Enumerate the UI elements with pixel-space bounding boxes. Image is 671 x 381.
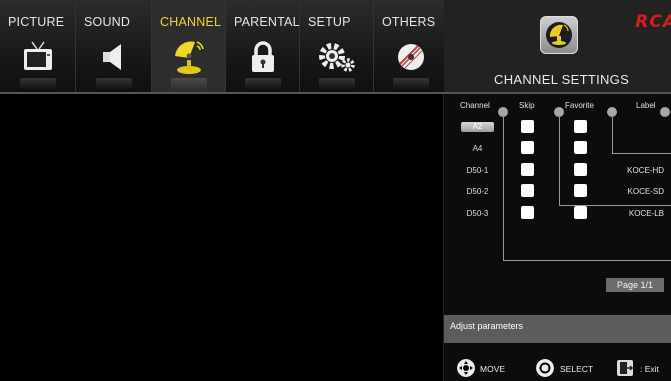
favorite-checkbox-d50-1[interactable]	[574, 163, 587, 176]
column-header-favorite: Favorite	[565, 101, 594, 110]
lock-icon	[251, 41, 274, 72]
top-menu-bar: PICTURE SOUND CHANNEL PARENTAL SETUP OTH…	[0, 0, 671, 94]
tab-others[interactable]: OTHERS	[374, 0, 448, 92]
tab-others-label: OTHERS	[382, 15, 436, 29]
channel-settings-panel: Channel Skip Favorite Label A2 A4 D50-1 …	[443, 94, 671, 381]
move-dpad-icon	[457, 359, 475, 377]
skip-checkbox-d50-3[interactable]	[521, 206, 534, 219]
label-d50-3: KOCE-LB	[628, 209, 664, 218]
tab-picture[interactable]: PICTURE	[0, 0, 76, 92]
tab-picture-label: PICTURE	[8, 15, 65, 29]
satellite-dish-icon-reflection	[170, 78, 207, 90]
skip-bracket-line	[559, 115, 560, 205]
speaker-icon-reflection	[95, 78, 132, 90]
favorite-bracket-line	[612, 115, 613, 153]
satellite-dish-icon	[174, 41, 204, 74]
tab-channel-label: CHANNEL	[160, 15, 222, 29]
channel-settings-icon	[540, 16, 578, 54]
skip-checkbox-a4[interactable]	[521, 141, 534, 154]
channel-row-a2[interactable]: A2	[461, 122, 494, 132]
exit-hint-label: : Exit	[640, 364, 659, 374]
tab-setup[interactable]: SETUP	[300, 0, 374, 92]
select-ok-icon	[536, 359, 554, 377]
tab-channel[interactable]: CHANNEL	[152, 0, 226, 92]
tab-parental-label: PARENTAL	[234, 15, 300, 29]
gears-icon	[318, 43, 355, 72]
move-hint-label: MOVE	[480, 364, 506, 374]
tv-icon-reflection	[19, 78, 56, 90]
channel-row-a4[interactable]: A4	[461, 144, 494, 153]
favorite-bracket-base	[612, 153, 671, 154]
page-indicator: Page 1/1	[606, 278, 664, 292]
channel-bracket-base	[503, 260, 671, 261]
exit-door-icon	[617, 360, 634, 376]
column-header-channel: Channel	[460, 101, 490, 110]
skip-checkbox-d50-1[interactable]	[521, 163, 534, 176]
video-preview-area	[0, 94, 443, 381]
channel-row-d50-1[interactable]: D50-1	[461, 166, 494, 175]
menu-tabs: PICTURE SOUND CHANNEL PARENTAL SETUP OTH…	[0, 0, 448, 92]
tab-sound-label: SOUND	[84, 15, 131, 29]
tv-icon	[23, 41, 52, 70]
skip-checkbox-d50-2[interactable]	[521, 184, 534, 197]
tab-setup-label: SETUP	[308, 15, 351, 29]
label-d50-1: KOCE-HD	[627, 166, 664, 175]
page-title: CHANNEL SETTINGS	[494, 72, 630, 87]
column-header-skip: Skip	[519, 101, 535, 110]
tab-parental[interactable]: PARENTAL	[226, 0, 300, 92]
title-area: RCA CHANNEL SETTINGS	[444, 0, 671, 92]
brand-logo: RCA	[635, 12, 671, 32]
favorite-checkbox-a2[interactable]	[574, 120, 587, 133]
tab-sound[interactable]: SOUND	[76, 0, 152, 92]
skip-checkbox-a2[interactable]	[521, 120, 534, 133]
column-header-label: Label	[636, 101, 656, 110]
favorite-checkbox-d50-3[interactable]	[574, 206, 587, 219]
disc-icon	[397, 44, 424, 70]
footer-hints: MOVE SELECT : Exit	[444, 356, 671, 381]
label-column-knob	[660, 107, 670, 117]
favorite-checkbox-a4[interactable]	[574, 141, 587, 154]
speaker-icon	[102, 44, 121, 70]
channel-row-d50-2[interactable]: D50-2	[461, 187, 494, 196]
label-d50-2: KOCE-SD	[627, 187, 664, 196]
select-hint-label: SELECT	[560, 364, 594, 374]
help-text: Adjust parameters	[444, 315, 671, 343]
disc-icon-reflection	[392, 78, 429, 90]
lock-icon-reflection	[244, 78, 281, 90]
channel-row-d50-3[interactable]: D50-3	[461, 209, 494, 218]
channel-bracket-line	[503, 115, 504, 260]
gears-icon-reflection	[318, 78, 355, 90]
favorite-checkbox-d50-2[interactable]	[574, 184, 587, 197]
